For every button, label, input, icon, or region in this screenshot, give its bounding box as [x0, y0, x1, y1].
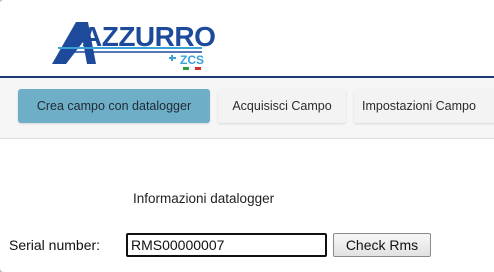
brand-name: AZZURRO [82, 21, 215, 52]
serial-number-input[interactable] [126, 233, 327, 257]
brand-sub: ZCS [180, 53, 204, 67]
tab-crea-campo-con-datalogger[interactable]: Crea campo con datalogger [18, 89, 210, 123]
tab-impostazioni-campo[interactable]: Impostazioni Campo [354, 89, 494, 123]
serial-number-label: Serial number: [9, 237, 101, 253]
section-title: Informazioni datalogger [133, 191, 275, 206]
app-window: AZZURRO ZCS Crea campo con datalogger Ac… [0, 0, 494, 272]
tab-bar: Crea campo con datalogger Acquisisci Cam… [0, 78, 494, 139]
check-rms-button[interactable]: Check Rms [333, 233, 431, 257]
tab-acquisisci-campo[interactable]: Acquisisci Campo [218, 89, 346, 123]
header: AZZURRO ZCS [0, 0, 494, 72]
azzurro-zcs-logo: AZZURRO ZCS [52, 21, 216, 71]
